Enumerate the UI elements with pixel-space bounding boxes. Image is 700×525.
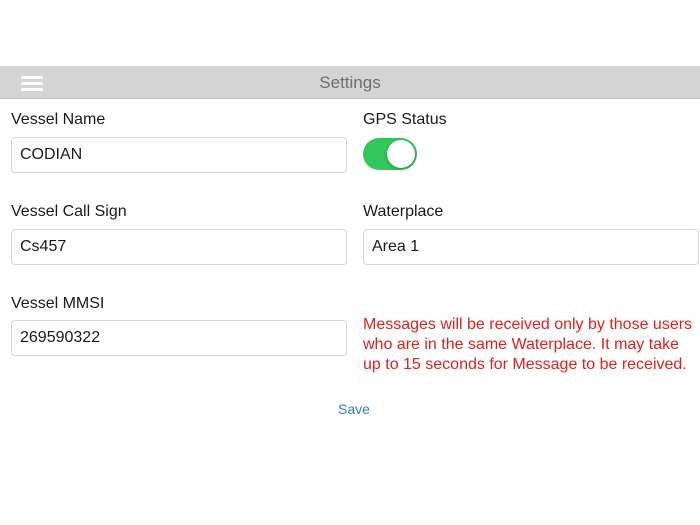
vessel-call-sign-input[interactable] (11, 229, 347, 265)
vessel-mmsi-label: Vessel MMSI (11, 295, 105, 312)
waterplace-notice: Messages will be received only by those … (363, 316, 693, 373)
settings-screen: Settings Vessel Name GPS Status Vessel C… (0, 0, 700, 525)
vessel-call-sign-label: Vessel Call Sign (11, 203, 127, 220)
vessel-name-label: Vessel Name (11, 111, 106, 128)
page-title: Settings (319, 73, 381, 92)
vessel-name-input[interactable] (11, 137, 347, 173)
nav-bar: Settings (0, 66, 700, 99)
gps-status-toggle[interactable] (363, 138, 417, 170)
save-button[interactable]: Save (300, 399, 408, 419)
waterplace-label: Waterplace (363, 203, 444, 220)
toggle-knob (387, 140, 415, 168)
gps-status-label: GPS Status (363, 111, 447, 128)
waterplace-input[interactable] (363, 229, 699, 265)
vessel-mmsi-input[interactable] (11, 320, 347, 356)
